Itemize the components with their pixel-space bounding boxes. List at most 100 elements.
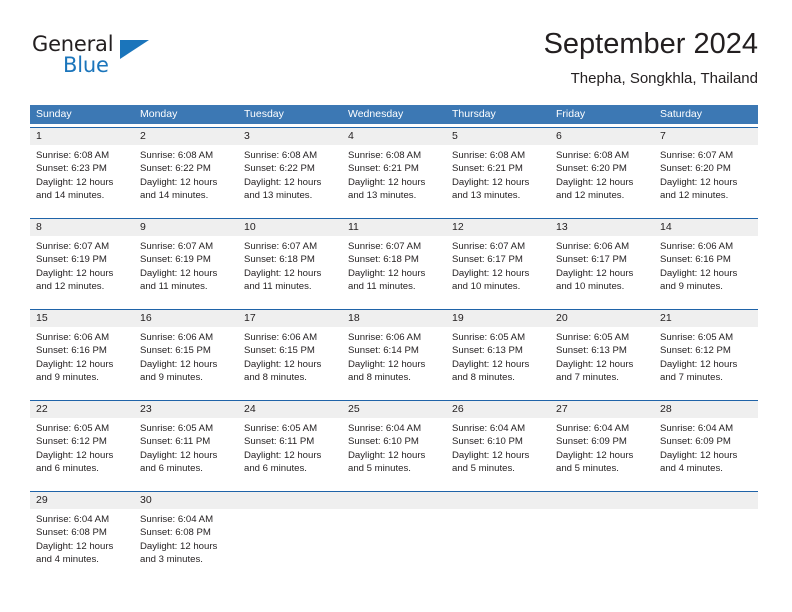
weekday-header-friday: Friday xyxy=(556,108,586,120)
sunrise-text: Sunrise: 6:05 AM xyxy=(660,332,734,343)
sunrise-text: Sunrise: 6:06 AM xyxy=(660,241,734,252)
daylight-text-line2: and 3 minutes. xyxy=(140,554,203,566)
day-details: Sunrise: 6:07 AM Sunset: 6:19 PM Dayligh… xyxy=(134,236,238,294)
sunrise-text: Sunrise: 6:05 AM xyxy=(140,423,214,434)
day-cell[interactable]: 6 Sunrise: 6:08 AM Sunset: 6:20 PM Dayli… xyxy=(550,128,654,210)
day-cell[interactable]: 8 Sunrise: 6:07 AM Sunset: 6:19 PM Dayli… xyxy=(30,219,134,301)
daylight-text-line2: and 10 minutes. xyxy=(452,281,521,293)
sunset-text: Sunset: 6:17 PM xyxy=(452,254,523,266)
day-cell[interactable]: 2 Sunrise: 6:08 AM Sunset: 6:22 PM Dayli… xyxy=(134,128,238,210)
daylight-text-line2: and 4 minutes. xyxy=(660,463,723,475)
day-details: Sunrise: 6:04 AM Sunset: 6:10 PM Dayligh… xyxy=(342,418,446,476)
daylight-text-line2: and 8 minutes. xyxy=(452,372,515,384)
daylight-text-line1: Daylight: 12 hours xyxy=(244,176,322,188)
day-cell[interactable]: 12 Sunrise: 6:07 AM Sunset: 6:17 PM Dayl… xyxy=(446,219,550,301)
day-number: 20 xyxy=(550,310,654,327)
week-row: 8 Sunrise: 6:07 AM Sunset: 6:19 PM Dayli… xyxy=(30,218,758,301)
day-details: Sunrise: 6:06 AM Sunset: 6:15 PM Dayligh… xyxy=(238,327,342,385)
daylight-text-line2: and 12 minutes. xyxy=(36,281,105,293)
day-details: Sunrise: 6:05 AM Sunset: 6:13 PM Dayligh… xyxy=(550,327,654,385)
day-cell[interactable]: 1 Sunrise: 6:08 AM Sunset: 6:23 PM Dayli… xyxy=(30,128,134,210)
daylight-text-line2: and 11 minutes. xyxy=(348,281,416,293)
sunrise-text: Sunrise: 6:07 AM xyxy=(36,241,110,252)
daylight-text-line2: and 5 minutes. xyxy=(348,463,411,475)
day-cell[interactable]: 11 Sunrise: 6:07 AM Sunset: 6:18 PM Dayl… xyxy=(342,219,446,301)
day-cell[interactable]: 28 Sunrise: 6:04 AM Sunset: 6:09 PM Dayl… xyxy=(654,401,758,483)
day-cell[interactable]: 7 Sunrise: 6:07 AM Sunset: 6:20 PM Dayli… xyxy=(654,128,758,210)
day-cell[interactable]: 21 Sunrise: 6:05 AM Sunset: 6:12 PM Dayl… xyxy=(654,310,758,392)
sunset-text: Sunset: 6:19 PM xyxy=(140,254,211,266)
day-cell[interactable]: 19 Sunrise: 6:05 AM Sunset: 6:13 PM Dayl… xyxy=(446,310,550,392)
daylight-text-line2: and 14 minutes. xyxy=(36,190,105,202)
daylight-text-line2: and 4 minutes. xyxy=(36,554,99,566)
weekday-header-wednesday: Wednesday xyxy=(348,108,404,120)
logo-triangle-icon xyxy=(120,40,149,59)
day-number xyxy=(342,492,446,509)
general-blue-logo: General Blue xyxy=(32,32,172,88)
day-cell[interactable]: 18 Sunrise: 6:06 AM Sunset: 6:14 PM Dayl… xyxy=(342,310,446,392)
day-cell-empty xyxy=(654,492,758,574)
daylight-text-line2: and 6 minutes. xyxy=(36,463,99,475)
sunset-text: Sunset: 6:12 PM xyxy=(36,436,107,448)
sunrise-text: Sunrise: 6:07 AM xyxy=(140,241,214,252)
day-cell[interactable]: 15 Sunrise: 6:06 AM Sunset: 6:16 PM Dayl… xyxy=(30,310,134,392)
day-cell-empty xyxy=(446,492,550,574)
sunrise-text: Sunrise: 6:08 AM xyxy=(244,150,318,161)
day-number: 21 xyxy=(654,310,758,327)
sunset-text: Sunset: 6:17 PM xyxy=(556,254,627,266)
weekday-header-tuesday: Tuesday xyxy=(244,108,284,120)
week-row: 15 Sunrise: 6:06 AM Sunset: 6:16 PM Dayl… xyxy=(30,309,758,392)
sunset-text: Sunset: 6:11 PM xyxy=(140,436,211,448)
sunrise-text: Sunrise: 6:05 AM xyxy=(36,423,110,434)
day-cell[interactable]: 10 Sunrise: 6:07 AM Sunset: 6:18 PM Dayl… xyxy=(238,219,342,301)
day-cell[interactable]: 5 Sunrise: 6:08 AM Sunset: 6:21 PM Dayli… xyxy=(446,128,550,210)
daylight-text-line1: Daylight: 12 hours xyxy=(556,358,634,370)
day-cell-empty xyxy=(550,492,654,574)
day-cell[interactable]: 3 Sunrise: 6:08 AM Sunset: 6:22 PM Dayli… xyxy=(238,128,342,210)
day-cell[interactable]: 27 Sunrise: 6:04 AM Sunset: 6:09 PM Dayl… xyxy=(550,401,654,483)
sunset-text: Sunset: 6:09 PM xyxy=(660,436,731,448)
day-cell[interactable]: 26 Sunrise: 6:04 AM Sunset: 6:10 PM Dayl… xyxy=(446,401,550,483)
day-cell[interactable]: 13 Sunrise: 6:06 AM Sunset: 6:17 PM Dayl… xyxy=(550,219,654,301)
title-block: September 2024 Thepha, Songkhla, Thailan… xyxy=(544,26,758,90)
daylight-text-line1: Daylight: 12 hours xyxy=(244,358,322,370)
daylight-text-line2: and 13 minutes. xyxy=(452,190,521,202)
sunrise-text: Sunrise: 6:04 AM xyxy=(36,514,110,525)
day-cell[interactable]: 29 Sunrise: 6:04 AM Sunset: 6:08 PM Dayl… xyxy=(30,492,134,574)
day-cell[interactable]: 23 Sunrise: 6:05 AM Sunset: 6:11 PM Dayl… xyxy=(134,401,238,483)
sunrise-text: Sunrise: 6:08 AM xyxy=(348,150,422,161)
day-cell[interactable]: 16 Sunrise: 6:06 AM Sunset: 6:15 PM Dayl… xyxy=(134,310,238,392)
day-cell[interactable]: 25 Sunrise: 6:04 AM Sunset: 6:10 PM Dayl… xyxy=(342,401,446,483)
sunset-text: Sunset: 6:16 PM xyxy=(36,345,107,357)
day-cell-empty xyxy=(238,492,342,574)
daylight-text-line2: and 6 minutes. xyxy=(244,463,307,475)
sunset-text: Sunset: 6:20 PM xyxy=(660,163,731,175)
daylight-text-line2: and 11 minutes. xyxy=(244,281,312,293)
day-cell[interactable]: 22 Sunrise: 6:05 AM Sunset: 6:12 PM Dayl… xyxy=(30,401,134,483)
sunset-text: Sunset: 6:22 PM xyxy=(244,163,315,175)
day-cell[interactable]: 4 Sunrise: 6:08 AM Sunset: 6:21 PM Dayli… xyxy=(342,128,446,210)
day-number: 17 xyxy=(238,310,342,327)
day-cell[interactable]: 20 Sunrise: 6:05 AM Sunset: 6:13 PM Dayl… xyxy=(550,310,654,392)
sunrise-text: Sunrise: 6:07 AM xyxy=(244,241,318,252)
daylight-text-line1: Daylight: 12 hours xyxy=(140,176,218,188)
day-number: 18 xyxy=(342,310,446,327)
daylight-text-line1: Daylight: 12 hours xyxy=(36,540,114,552)
day-cell[interactable]: 24 Sunrise: 6:05 AM Sunset: 6:11 PM Dayl… xyxy=(238,401,342,483)
sunset-text: Sunset: 6:10 PM xyxy=(348,436,419,448)
sunset-text: Sunset: 6:21 PM xyxy=(452,163,523,175)
day-cell[interactable]: 30 Sunrise: 6:04 AM Sunset: 6:08 PM Dayl… xyxy=(134,492,238,574)
daylight-text-line1: Daylight: 12 hours xyxy=(556,176,634,188)
day-details: Sunrise: 6:06 AM Sunset: 6:16 PM Dayligh… xyxy=(654,236,758,294)
daylight-text-line2: and 13 minutes. xyxy=(348,190,417,202)
logo-blue-text: Blue xyxy=(63,53,109,77)
day-cell[interactable]: 17 Sunrise: 6:06 AM Sunset: 6:15 PM Dayl… xyxy=(238,310,342,392)
daylight-text-line1: Daylight: 12 hours xyxy=(140,267,218,279)
sunrise-text: Sunrise: 6:08 AM xyxy=(140,150,214,161)
sunset-text: Sunset: 6:22 PM xyxy=(140,163,211,175)
day-details: Sunrise: 6:08 AM Sunset: 6:20 PM Dayligh… xyxy=(550,145,654,203)
day-cell[interactable]: 14 Sunrise: 6:06 AM Sunset: 6:16 PM Dayl… xyxy=(654,219,758,301)
sunrise-text: Sunrise: 6:05 AM xyxy=(452,332,526,343)
sunset-text: Sunset: 6:23 PM xyxy=(36,163,107,175)
day-cell[interactable]: 9 Sunrise: 6:07 AM Sunset: 6:19 PM Dayli… xyxy=(134,219,238,301)
